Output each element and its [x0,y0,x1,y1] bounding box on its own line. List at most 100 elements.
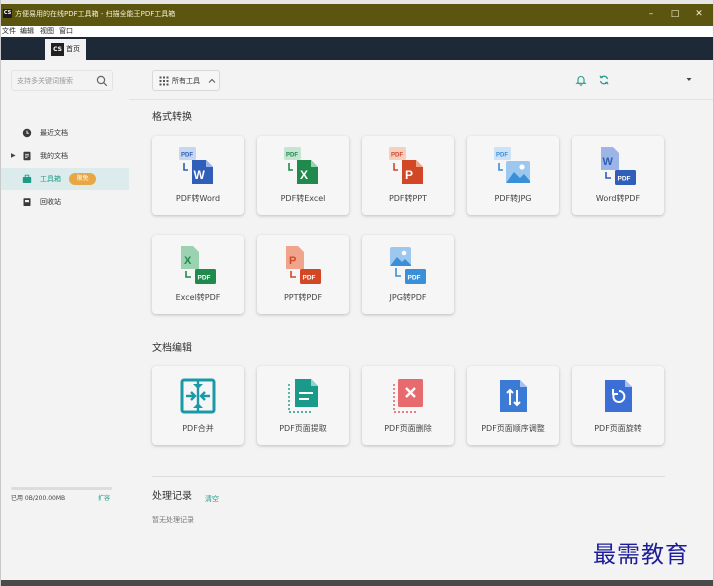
pdf-to-word-icon: PDF W [179,147,213,184]
tool-label: PDF合并 [182,424,214,433]
search-placeholder: 支持多关键词搜索 [17,77,73,85]
section-title-edit: 文档编辑 [152,343,192,354]
maximize-button[interactable]: □ [668,8,682,20]
all-tools-label: 所有工具 [172,77,200,85]
tool-label: PDF页面提取 [279,424,327,433]
storage-usage-text: 已用 0B/200.00MB [11,495,66,502]
section-title-convert: 格式转换 [152,112,192,123]
tool-label: PDF转Word [175,194,221,203]
sidebar-item-toolbox[interactable]: 工具箱 限免 [1,168,129,190]
tool-label: PPT转PDF [283,293,323,302]
svg-text:PDF: PDF [303,275,316,282]
menu-window[interactable]: 窗口 [59,26,73,37]
svg-text:X: X [184,255,192,267]
jpg-to-pdf-icon: PDF [390,247,426,284]
search-input[interactable]: 支持多关键词搜索 [11,70,113,91]
sidebar-item-recent[interactable]: 最近文档 [1,122,129,144]
tool-card-pdf-to-ppt[interactable]: PDF P PDF转PPT [362,136,454,215]
minimize-button[interactable]: – [644,8,658,20]
watermark-text: 最需教育 [593,542,689,568]
storage-progress [11,487,112,490]
tool-card-excel-to-pdf[interactable]: X PDF Excel转PDF [152,235,244,314]
rotate-icon [605,380,632,412]
pdf-to-ppt-icon: PDF P [389,147,423,184]
caret-down-icon[interactable] [686,77,692,82]
tool-label: Word转PDF [595,194,641,203]
svg-text:PDF: PDF [408,275,421,282]
tool-label: Excel转PDF [175,293,221,302]
tab-bar: CS 首页 [1,37,713,60]
delete-page-icon [393,379,423,413]
document-icon [23,151,31,161]
tool-label: JPG转PDF [389,293,427,302]
tab-home[interactable]: CS 首页 [45,39,86,60]
tool-card-ppt-to-pdf[interactable]: P PDF PPT转PDF [257,235,349,314]
trash-icon [23,198,31,206]
sidebar-item-label: 工具箱 [40,175,61,183]
tool-card-pdf-to-excel[interactable]: PDF X PDF转Excel [257,136,349,215]
title-bar: CS 方便易用的在线PDF工具箱 - 扫描全能王PDF工具箱 – □ ✕ [1,0,713,26]
expand-storage-link[interactable]: 扩容 [98,494,110,504]
tool-label: PDF页面删除 [384,424,432,433]
tool-label: PDF转PPT [388,194,428,203]
svg-text:W: W [603,156,614,168]
close-button[interactable]: ✕ [692,8,706,20]
tool-card-delete-page[interactable]: PDF页面删除 [362,366,454,445]
svg-text:PDF: PDF [286,153,298,159]
tool-card-reorder[interactable]: PDF页面顺序调整 [467,366,559,445]
tool-label: PDF转JPG [494,194,532,203]
svg-text:PDF: PDF [198,275,211,282]
sidebar-item-label: 回收站 [40,198,61,206]
tool-card-jpg-to-pdf[interactable]: PDF JPG转PDF [362,235,454,314]
svg-text:P: P [289,255,296,267]
tab-home-label: 首页 [66,45,80,53]
pdf-to-jpg-icon: PDF [494,147,530,183]
word-to-pdf-icon: W PDF [601,147,636,185]
sidebar-item-trash[interactable]: 回收站 [1,191,129,213]
svg-text:P: P [405,168,413,182]
svg-text:X: X [300,168,308,182]
tool-card-extract[interactable]: PDF页面提取 [257,366,349,445]
extract-icon [288,379,318,413]
app-logo: CS [3,9,12,18]
tool-card-pdf-to-word[interactable]: PDF W PDF转Word [152,136,244,215]
svg-text:W: W [194,168,206,182]
free-badge: 限免 [69,173,96,185]
tool-label: PDF页面顺序调整 [481,424,545,433]
sidebar: 支持多关键词搜索 最近文档 ▶ 我的文档 工具箱 限免 回收站 已用 0B/20… [1,60,129,580]
app-window: CS 方便易用的在线PDF工具箱 - 扫描全能王PDF工具箱 – □ ✕ 文件 … [0,0,714,586]
tool-label: PDF转Excel [280,194,326,203]
expand-arrow-icon[interactable]: ▶ [11,151,16,161]
menu-view[interactable]: 视图 [40,26,54,37]
history-empty-text: 暂无处理记录 [152,516,194,524]
tool-label: PDF页面旋转 [594,424,642,433]
tool-card-word-to-pdf[interactable]: W PDF Word转PDF [572,136,664,215]
window-bottom-edge [1,580,713,586]
history-divider [152,476,665,477]
history-title: 处理记录 [152,491,192,502]
svg-text:PDF: PDF [496,153,508,159]
menu-bar: 文件 编辑 视图 窗口 [1,26,713,37]
main-panel: 所有工具 格式转换 PDF W PDF转Word PDF X PDF转Excel… [129,60,713,580]
sidebar-item-my-docs[interactable]: ▶ 我的文档 [1,145,129,167]
chevron-up-icon [208,78,216,83]
toolbar-divider [129,99,713,100]
grid-icon [159,76,169,86]
tool-card-pdf-to-jpg[interactable]: PDF PDF转JPG [467,136,559,215]
bell-icon[interactable] [575,74,587,86]
merge-icon [180,378,216,414]
menu-file[interactable]: 文件 [2,26,16,37]
menu-edit[interactable]: 编辑 [20,26,34,37]
pdf-to-excel-icon: PDF X [284,147,318,184]
clear-history-button[interactable]: 清空 [205,494,219,504]
tool-card-merge[interactable]: PDF合并 [152,366,244,445]
tool-card-rotate[interactable]: PDF页面旋转 [572,366,664,445]
svg-text:PDF: PDF [391,153,403,159]
reorder-icon [500,380,527,412]
excel-to-pdf-icon: X PDF [181,246,216,284]
sidebar-item-label: 最近文档 [40,129,68,137]
all-tools-dropdown[interactable]: 所有工具 [152,70,220,91]
sidebar-item-label: 我的文档 [40,152,68,160]
refresh-icon[interactable] [598,74,610,86]
search-icon[interactable] [96,75,108,87]
